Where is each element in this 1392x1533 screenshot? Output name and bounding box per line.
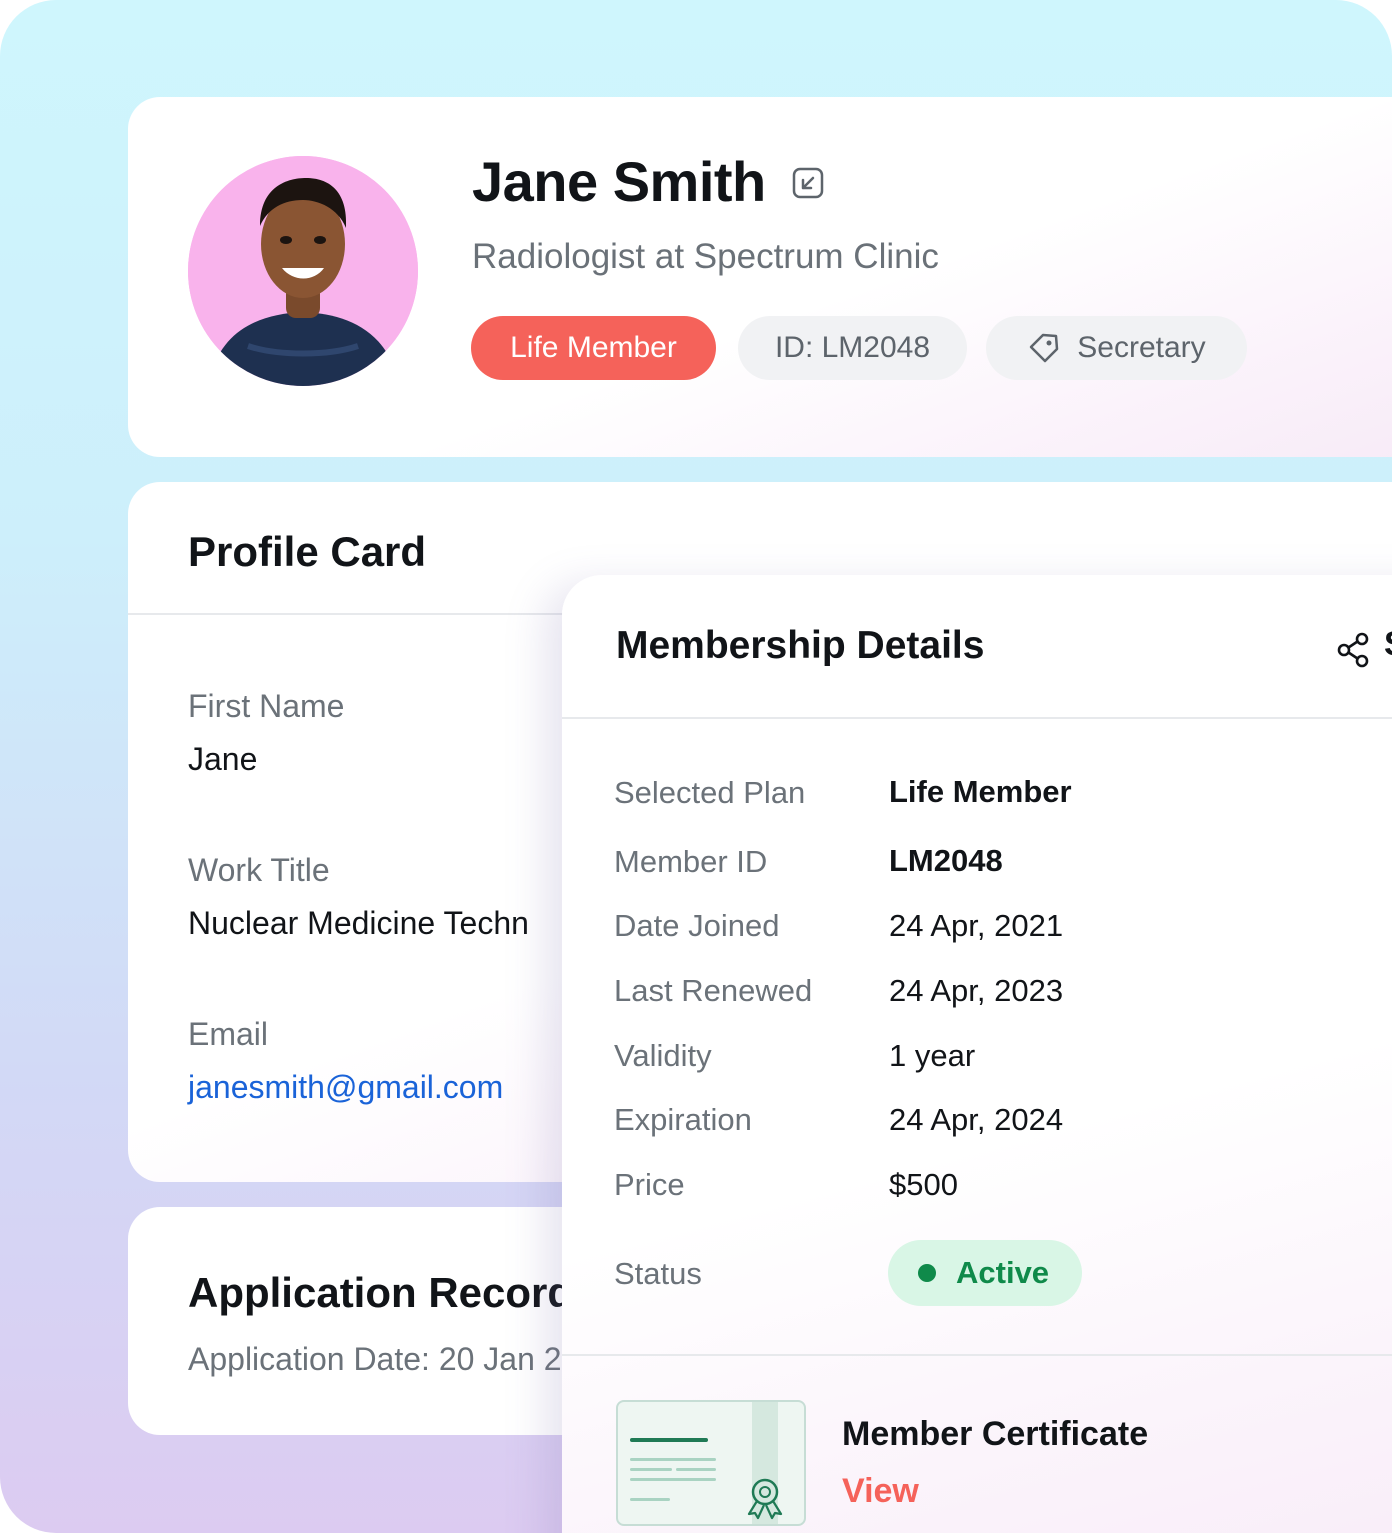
member-id-chip: ID: LM2048 [738, 316, 967, 380]
avatar [188, 156, 418, 386]
first-name-label: First Name [188, 688, 345, 724]
work-title-value: Nuclear Medicine Techn [188, 905, 529, 941]
membership-details-panel: Membership Details S Selected Plan Life … [562, 575, 1392, 1533]
page-background: Jane Smith Radiologist at Spectrum Clini… [0, 0, 1392, 1533]
expiration-value: 24 Apr, 2024 [889, 1102, 1064, 1137]
last-renewed-value: 24 Apr, 2023 [889, 973, 1064, 1008]
view-certificate-link[interactable]: View [842, 1472, 919, 1511]
avatar-illustration [188, 156, 418, 386]
validity-label: Validity [614, 1038, 712, 1073]
email-link[interactable]: janesmith@gmail.com [188, 1069, 503, 1106]
selected-plan-label: Selected Plan [614, 775, 806, 810]
status-dot [918, 1264, 936, 1282]
last-renewed-label: Last Renewed [614, 973, 813, 1008]
work-title-label: Work Title [188, 852, 330, 888]
role-chip: Secretary [986, 316, 1247, 380]
validity-value: 1 year [889, 1038, 976, 1073]
email-label: Email [188, 1016, 269, 1052]
application-record-title: Application Record [188, 1269, 574, 1316]
first-name-value: Jane [188, 741, 258, 777]
member-name: Jane Smith [472, 150, 766, 213]
member-id-value: LM2048 [889, 843, 1003, 878]
status-label: Status [614, 1256, 702, 1291]
member-subtitle: Radiologist at Spectrum Clinic [472, 237, 939, 276]
membership-divider-top [562, 717, 1392, 719]
price-label: Price [614, 1167, 685, 1202]
application-date: Application Date: 20 Jan 2 [188, 1341, 562, 1377]
share-icon[interactable] [1336, 631, 1372, 669]
profile-header-card: Jane Smith Radiologist at Spectrum Clini… [128, 97, 1392, 457]
share-label-partial[interactable]: S [1384, 625, 1392, 664]
member-id-label: Member ID [614, 844, 768, 879]
certificate-title: Member Certificate [842, 1415, 1149, 1453]
membership-details-title: Membership Details [616, 624, 985, 667]
role-chip-label: Secretary [1077, 331, 1206, 364]
plan-chip: Life Member [471, 316, 716, 380]
status-badge-text: Active [956, 1255, 1050, 1290]
membership-divider-bottom [562, 1354, 1392, 1356]
certificate-illustration [630, 1402, 783, 1524]
selected-plan-value: Life Member [889, 774, 1072, 809]
tag-icon [1030, 333, 1059, 363]
expiration-label: Expiration [614, 1102, 752, 1137]
date-joined-value: 24 Apr, 2021 [889, 908, 1064, 943]
profile-card-title: Profile Card [188, 528, 427, 575]
collapse-icon[interactable] [792, 167, 824, 199]
date-joined-label: Date Joined [614, 908, 780, 943]
price-value: $500 [889, 1167, 958, 1202]
certificate-thumbnail[interactable] [616, 1400, 806, 1526]
status-badge: Active [888, 1240, 1082, 1306]
